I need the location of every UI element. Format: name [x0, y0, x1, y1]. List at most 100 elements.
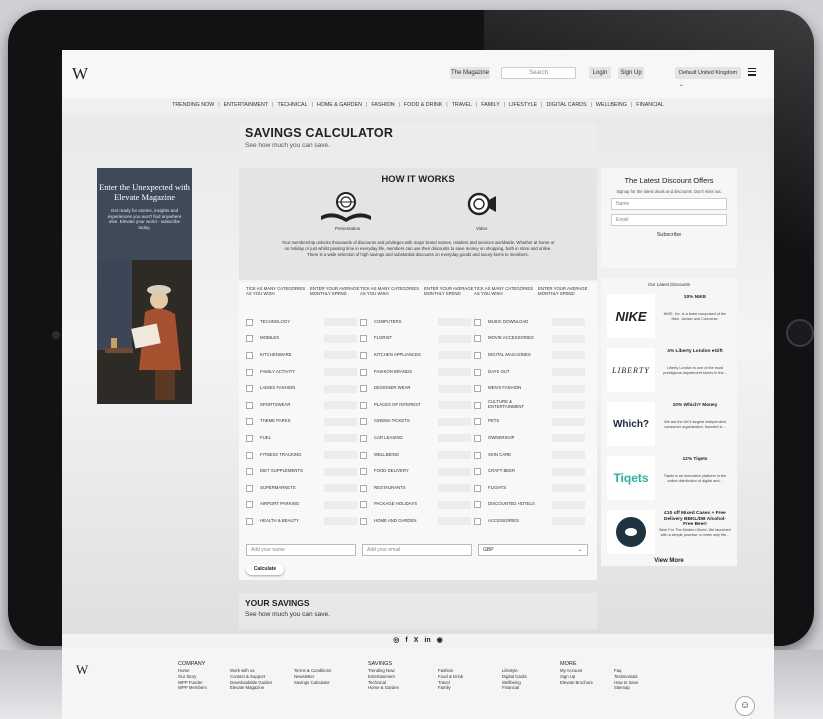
name-input[interactable]: Add your name — [246, 544, 356, 556]
category-checkbox[interactable] — [246, 351, 253, 359]
nav-item[interactable]: TECHNICAL — [278, 102, 308, 108]
footer-link[interactable]: Savings Calculator — [294, 680, 331, 686]
category-checkbox[interactable] — [360, 501, 367, 509]
footer-logo[interactable]: W — [76, 662, 88, 678]
signup-name-input[interactable]: Name — [611, 198, 727, 210]
monthly-spend-input[interactable] — [324, 434, 357, 443]
monthly-spend-input[interactable] — [552, 434, 585, 443]
category-checkbox[interactable] — [360, 517, 367, 525]
calculate-button[interactable]: Calculate — [246, 564, 284, 575]
nav-item[interactable]: HOME & GARDEN — [317, 102, 362, 108]
monthly-spend-input[interactable] — [552, 384, 585, 393]
chat-avatar-icon[interactable]: ☺ — [735, 696, 755, 716]
category-checkbox[interactable] — [360, 484, 367, 492]
category-checkbox[interactable] — [360, 318, 367, 326]
category-checkbox[interactable] — [474, 368, 481, 376]
category-checkbox[interactable] — [474, 434, 481, 442]
monthly-spend-input[interactable] — [552, 467, 585, 476]
category-checkbox[interactable] — [360, 434, 367, 442]
monthly-spend-input[interactable] — [552, 500, 585, 509]
monthly-spend-input[interactable] — [324, 517, 357, 526]
nav-item[interactable]: ENTERTAINMENT — [224, 102, 269, 108]
category-checkbox[interactable] — [474, 468, 481, 476]
magazine-button[interactable]: The Magazine — [450, 67, 490, 79]
x-icon[interactable]: X — [414, 637, 419, 644]
category-checkbox[interactable] — [246, 434, 253, 442]
category-checkbox[interactable] — [246, 335, 253, 343]
monthly-spend-input[interactable] — [324, 417, 357, 426]
monthly-spend-input[interactable] — [324, 334, 357, 343]
site-logo[interactable]: W — [72, 64, 88, 84]
category-checkbox[interactable] — [474, 501, 481, 509]
nav-item[interactable]: TRENDING NOW — [172, 102, 214, 108]
category-checkbox[interactable] — [474, 401, 481, 409]
monthly-spend-input[interactable] — [324, 384, 357, 393]
monthly-spend-input[interactable] — [324, 451, 357, 460]
monthly-spend-input[interactable] — [552, 334, 585, 343]
category-checkbox[interactable] — [474, 351, 481, 359]
monthly-spend-input[interactable] — [438, 517, 471, 526]
footer-link[interactable]: Digital Cards — [502, 674, 527, 680]
category-checkbox[interactable] — [360, 351, 367, 359]
nav-item[interactable]: DIGITAL CARDS — [546, 102, 586, 108]
category-checkbox[interactable] — [360, 385, 367, 393]
monthly-spend-input[interactable] — [552, 368, 585, 377]
region-select[interactable]: Default United Kingdom ⌄ — [675, 67, 741, 88]
offer-card[interactable]: £10 off Mixed Cases + Free Delivery BBKL… — [605, 508, 733, 558]
footer-link[interactable]: Food & Drink — [438, 674, 463, 680]
category-checkbox[interactable] — [360, 468, 367, 476]
monthly-spend-input[interactable] — [552, 351, 585, 360]
category-checkbox[interactable] — [474, 318, 481, 326]
search-input[interactable]: Search — [501, 67, 576, 79]
monthly-spend-input[interactable] — [438, 401, 471, 410]
footer-link[interactable]: Financial — [502, 685, 527, 691]
footer-link[interactable]: WPP Members — [178, 685, 207, 691]
monthly-spend-input[interactable] — [324, 467, 357, 476]
monthly-spend-input[interactable] — [438, 384, 471, 393]
presentation-book-icon[interactable] — [319, 190, 373, 228]
monthly-spend-input[interactable] — [438, 484, 471, 493]
subscribe-button[interactable]: Subscribe — [601, 232, 737, 238]
category-checkbox[interactable] — [246, 484, 253, 492]
monthly-spend-input[interactable] — [552, 484, 585, 493]
currency-select[interactable]: GBP ⌄ — [478, 544, 588, 556]
view-more-link[interactable]: View More — [601, 558, 737, 564]
category-checkbox[interactable] — [246, 418, 253, 426]
footer-link[interactable]: Elevate Brochure — [560, 680, 593, 686]
monthly-spend-input[interactable] — [438, 318, 471, 327]
video-camera-icon[interactable] — [467, 190, 497, 222]
home-button[interactable] — [786, 319, 814, 347]
monthly-spend-input[interactable] — [438, 467, 471, 476]
monthly-spend-input[interactable] — [324, 484, 357, 493]
monthly-spend-input[interactable] — [324, 318, 357, 327]
category-checkbox[interactable] — [474, 418, 481, 426]
offer-card[interactable]: NIKE 10% NIKE NIKE, Inc. is a team compris… — [605, 292, 733, 342]
monthly-spend-input[interactable] — [438, 351, 471, 360]
monthly-spend-input[interactable] — [438, 417, 471, 426]
monthly-spend-input[interactable] — [324, 351, 357, 360]
monthly-spend-input[interactable] — [324, 368, 357, 377]
email-input[interactable]: Add your email — [362, 544, 472, 556]
category-checkbox[interactable] — [360, 451, 367, 459]
monthly-spend-input[interactable] — [324, 401, 357, 410]
category-checkbox[interactable] — [246, 451, 253, 459]
footer-link[interactable]: Trending Now — [368, 668, 399, 674]
category-checkbox[interactable] — [246, 501, 253, 509]
category-checkbox[interactable] — [246, 368, 253, 376]
category-checkbox[interactable] — [360, 368, 367, 376]
category-checkbox[interactable] — [246, 385, 253, 393]
monthly-spend-input[interactable] — [438, 434, 471, 443]
monthly-spend-input[interactable] — [438, 500, 471, 509]
category-checkbox[interactable] — [246, 517, 253, 525]
offer-card[interactable]: LIBERTY 4% Liberty London eGift Liberty Lo… — [605, 346, 733, 396]
signup-button[interactable]: Sign Up — [618, 67, 644, 79]
monthly-spend-input[interactable] — [552, 417, 585, 426]
monthly-spend-input[interactable] — [438, 368, 471, 377]
elevate-magazine-ad[interactable]: Enter the Unexpected with Elevate Magazi… — [97, 168, 192, 404]
footer-link[interactable]: Testimonials — [614, 674, 638, 680]
category-checkbox[interactable] — [474, 517, 481, 525]
nav-item[interactable]: FINANCIAL — [636, 102, 664, 108]
nav-item[interactable]: FOOD & DRINK — [404, 102, 442, 108]
nav-item[interactable]: TRAVEL — [452, 102, 472, 108]
monthly-spend-input[interactable] — [552, 401, 585, 410]
